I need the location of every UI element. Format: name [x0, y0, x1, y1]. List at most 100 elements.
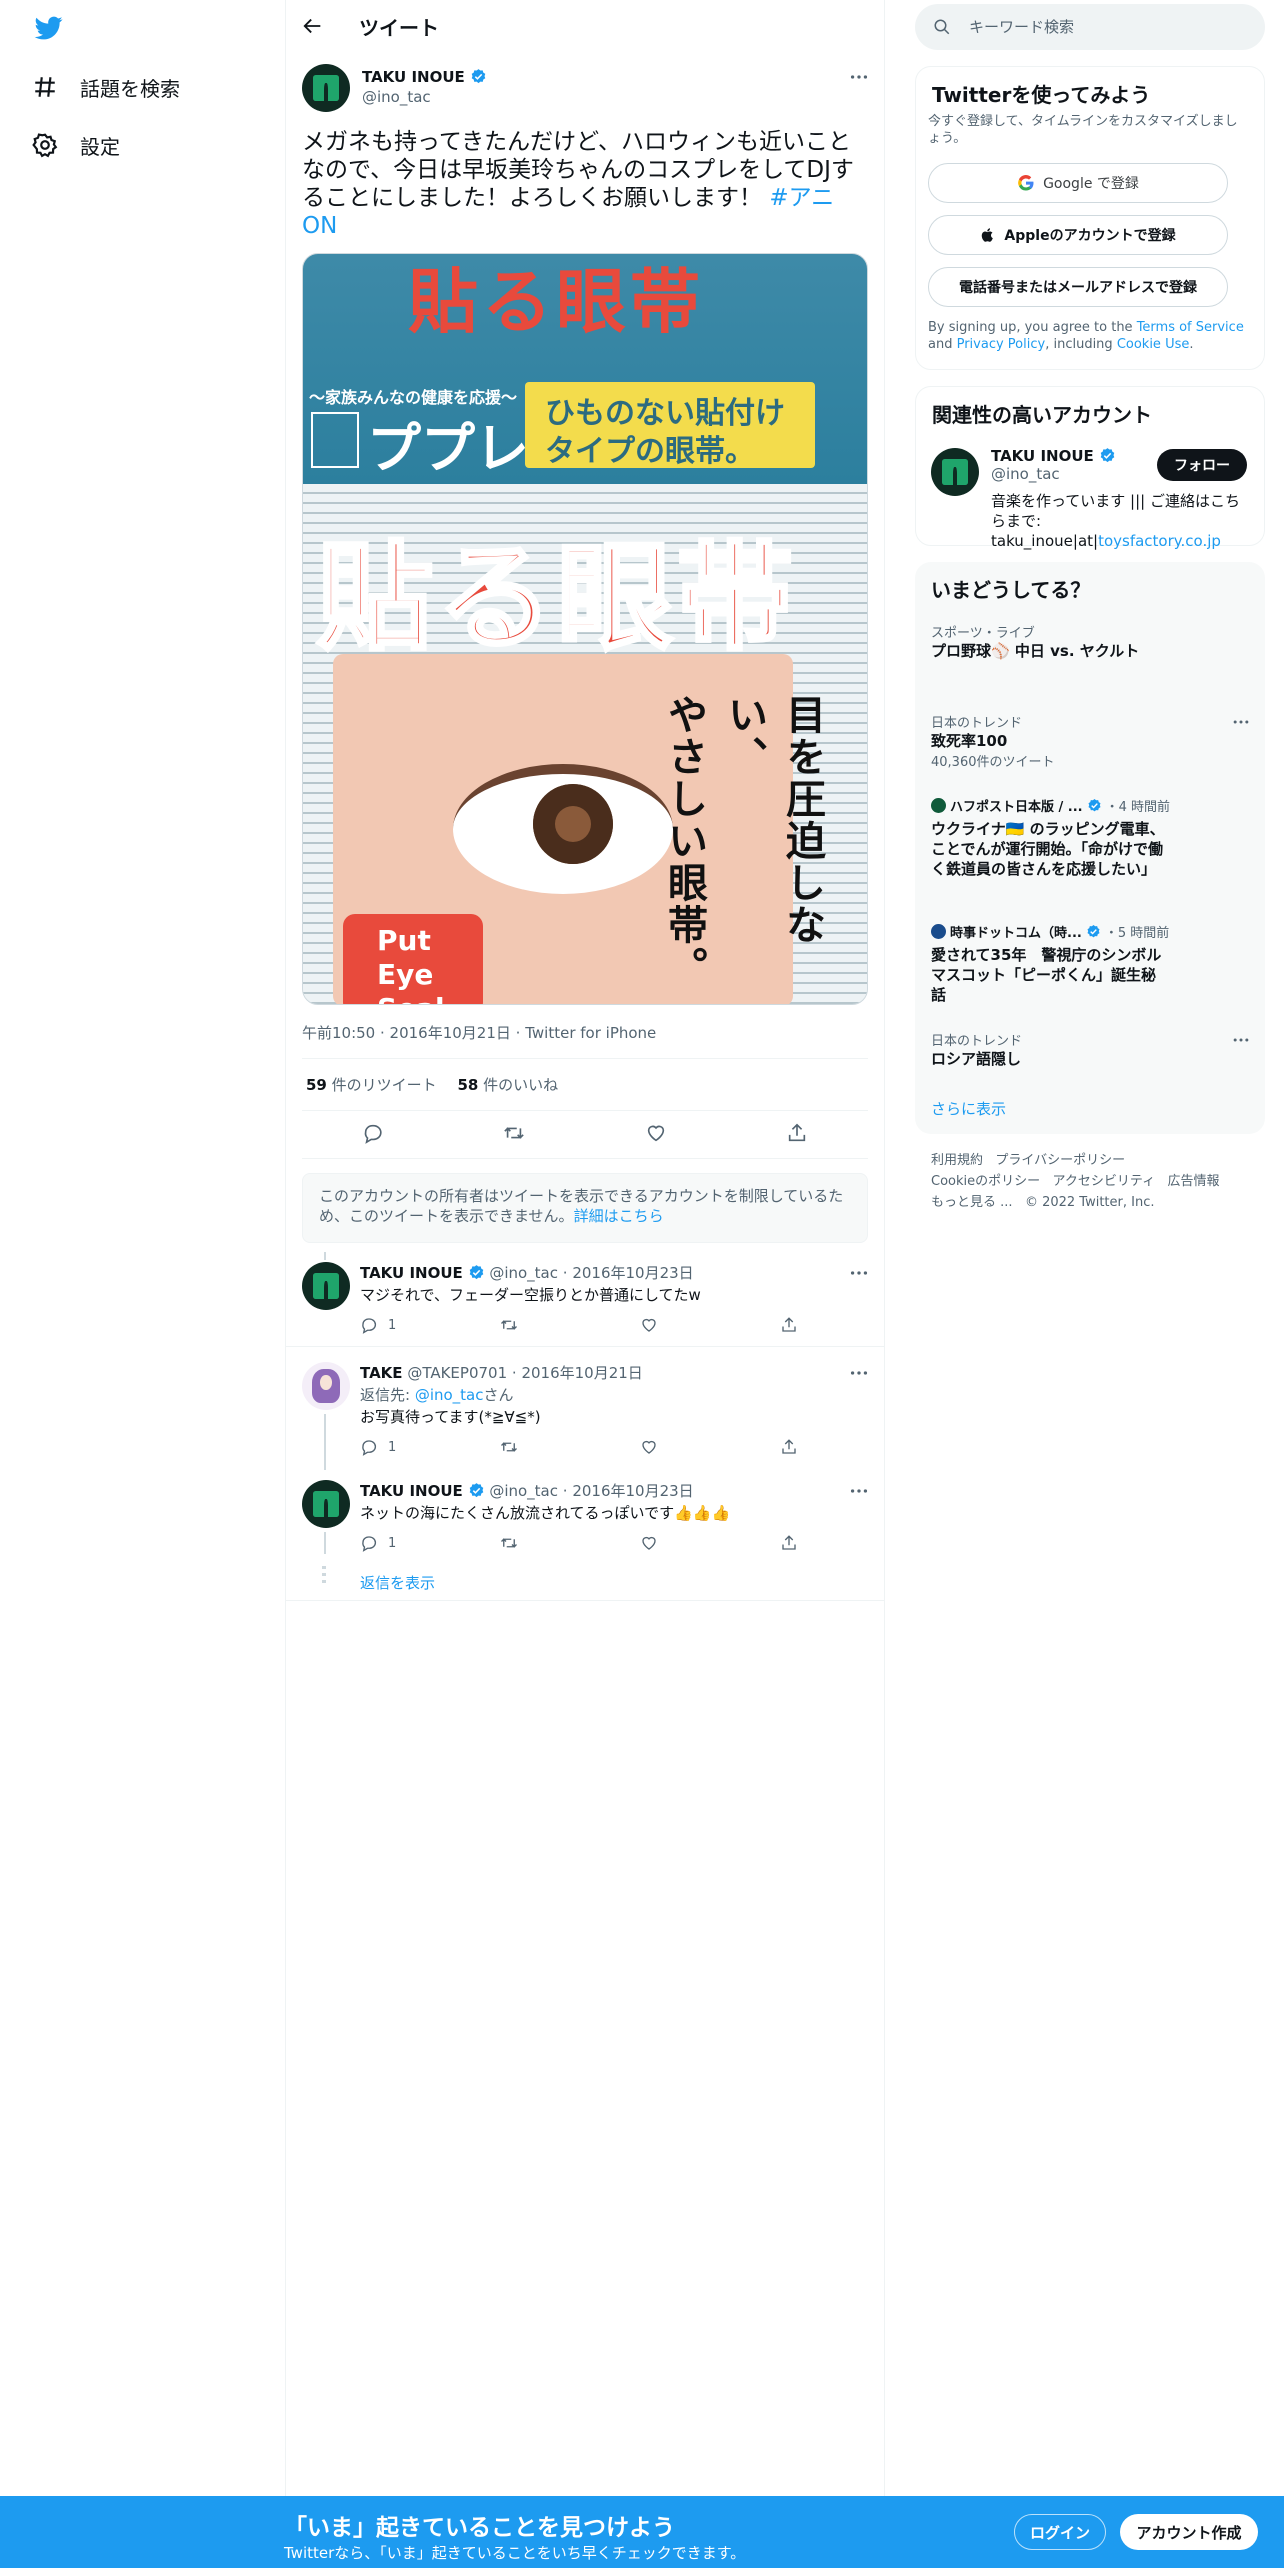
nav-explore[interactable]: 話題を検索 — [32, 62, 180, 112]
share-button[interactable] — [780, 1316, 800, 1334]
retweet-button[interactable] — [500, 1534, 580, 1552]
footer-cookie[interactable]: Cookieのポリシー — [931, 1174, 1040, 1189]
footer-terms[interactable]: 利用規約 — [931, 1153, 983, 1168]
more-options-icon[interactable] — [848, 1262, 870, 1284]
avatar[interactable] — [931, 448, 979, 496]
reply-icon[interactable] — [362, 1122, 384, 1144]
trend-item[interactable]: 日本のトレンド ロシア語隠し — [931, 1030, 1251, 1069]
apple-signup-button[interactable]: Appleのアカウントで登録 — [928, 215, 1228, 255]
tweet-author[interactable]: TAKU INOUE @ino_tac — [362, 67, 487, 106]
retweet-count-link[interactable]: 59 件のリツイート — [306, 1076, 437, 1094]
apple-icon — [982, 228, 994, 242]
footer-more[interactable]: もっと見る ... — [931, 1195, 1013, 1210]
trend-news-item[interactable]: 時事ドットコム（時... ・5 時間前 愛されて35年 警視庁のシンボルマスコッ… — [931, 922, 1251, 1005]
tweet-source: Twitter for iPhone — [525, 1024, 657, 1042]
search-input[interactable] — [969, 16, 1239, 38]
like-button[interactable] — [640, 1316, 720, 1334]
notice-learn-more-link[interactable]: 詳細はこちら — [574, 1207, 664, 1225]
bottom-headline: 「いま」起きていることを見つけよう — [284, 2515, 675, 2541]
more-options-icon[interactable] — [848, 1480, 870, 1502]
footer-accessibility[interactable]: アクセシビリティ — [1053, 1174, 1156, 1189]
reply-date[interactable]: 2016年10月23日 — [572, 1264, 693, 1282]
tweet-time[interactable]: 午前10:50 — [302, 1024, 375, 1042]
tweet-photo[interactable]: 貼る眼帯 〜家族みんなの健康を応援〜 ププレ ひものない貼付け タイプの眼帯。 … — [302, 253, 868, 1005]
reply-author-name[interactable]: TAKU INOUE — [360, 1482, 463, 1500]
trend-count: 40,360件のツイート — [931, 755, 1055, 770]
signup-card: Twitterを使ってみよう 今すぐ登録して、タイムラインをカスタマイズしましょ… — [915, 66, 1265, 370]
reply-actions: 1 — [360, 1438, 800, 1456]
retweet-count: 59 — [306, 1076, 327, 1094]
reply-author-name[interactable]: TAKU INOUE — [360, 1264, 463, 1282]
trend-title: ウクライナ🇺🇦 のラッピング電車、ことでんが運行開始。「命がけで働く鉄道員の皆さ… — [931, 820, 1165, 878]
reply-button[interactable]: 1 — [360, 1534, 440, 1552]
main-column: ツイート TAKU INOUE @ino_tac メガネも持ってきたんだけど、ハ… — [285, 0, 885, 2568]
reply-button[interactable]: 1 — [360, 1316, 440, 1334]
terms-link[interactable]: Terms of Service — [1137, 320, 1244, 335]
share-button[interactable] — [780, 1438, 800, 1456]
trend-news-item[interactable]: ハフポスト日本版 / ... ・4 時間前 ウクライナ🇺🇦 のラッピング電車、こ… — [931, 796, 1251, 879]
google-signup-button[interactable]: Google で登録 — [928, 163, 1228, 203]
related-bio-link[interactable]: toysfactory.co.jp — [1098, 532, 1221, 550]
divider — [302, 1058, 868, 1059]
reply-text: お写真待ってます(*≧∀≦*) — [360, 1408, 541, 1426]
retweet-icon — [501, 1538, 517, 1548]
avatar[interactable] — [302, 1480, 350, 1528]
show-replies-link[interactable]: 返信を表示 — [360, 1572, 435, 1593]
legal-period: . — [1189, 337, 1194, 352]
photo-brand-text: ププレ — [367, 417, 529, 480]
footer-ads[interactable]: 広告情報 — [1168, 1174, 1220, 1189]
search-box[interactable] — [915, 4, 1265, 50]
retweet-button[interactable] — [500, 1316, 580, 1334]
replying-to-link[interactable]: @ino_tac — [415, 1386, 484, 1404]
share-button[interactable] — [780, 1534, 800, 1552]
reply-date[interactable]: 2016年10月21日 — [521, 1364, 642, 1382]
trend-source: ハフポスト日本版 / ... ・4 時間前 — [931, 796, 1251, 815]
reply-author-name[interactable]: TAKE — [360, 1364, 403, 1382]
reply-handle: @TAKEP0701 — [407, 1364, 508, 1382]
tweet-date[interactable]: 2016年10月21日 — [390, 1024, 511, 1042]
like-icon[interactable] — [645, 1122, 667, 1144]
like-count-link[interactable]: 58 件のいいね — [457, 1076, 558, 1094]
avatar[interactable] — [302, 1262, 350, 1310]
trend-source: 時事ドットコム（時... ・5 時間前 — [931, 922, 1251, 941]
twitter-bird-icon[interactable] — [32, 14, 66, 42]
back-arrow-icon[interactable] — [302, 15, 324, 37]
nav-settings[interactable]: 設定 — [32, 120, 120, 170]
show-more-trends-link[interactable]: さらに表示 — [931, 1098, 1006, 1119]
photo-vert-text1: 目を圧迫しない、 — [721, 694, 825, 946]
like-icon — [642, 1536, 656, 1550]
retweet-icon[interactable] — [503, 1122, 525, 1144]
more-options-icon[interactable] — [848, 66, 870, 88]
privacy-link[interactable]: Privacy Policy — [957, 337, 1046, 352]
avatar[interactable] — [302, 64, 350, 112]
photo-top-text: 貼る眼帯 — [408, 261, 704, 343]
create-account-button[interactable]: アカウント作成 — [1120, 2514, 1258, 2550]
trend-item[interactable]: スポーツ・ライブ プロ野球⚾ 中日 vs. ヤクルト — [931, 622, 1251, 661]
verified-badge-icon — [469, 1483, 483, 1498]
reply-date[interactable]: 2016年10月23日 — [572, 1482, 693, 1500]
reply-icon — [362, 1318, 377, 1334]
reply-button[interactable]: 1 — [360, 1438, 440, 1456]
related-account[interactable]: TAKU INOUE @ino_tac — [991, 447, 1116, 483]
reply-tweet[interactable]: TAKU INOUE @ino_tac · 2016年10月23日 マジそれで、… — [286, 1252, 884, 1346]
more-options-icon[interactable] — [1231, 1030, 1251, 1050]
like-button[interactable] — [640, 1534, 720, 1552]
related-handle: @ino_tac — [991, 465, 1060, 483]
related-name: TAKU INOUE — [991, 447, 1094, 465]
reply-tweet[interactable]: TAKE @TAKEP0701 · 2016年10月21日 返信先: @ino_… — [286, 1356, 884, 1470]
news-source-avatar — [931, 924, 946, 939]
more-options-icon[interactable] — [1231, 712, 1251, 732]
footer-privacy[interactable]: プライバシーポリシー — [995, 1153, 1125, 1168]
trend-item[interactable]: 日本のトレンド 致死率100 40,360件のツイート — [931, 712, 1251, 770]
tweet-text: メガネも持ってきたんだけど、ハロウィンも近いことなので、今日は早坂美玲ちゃんのコ… — [302, 128, 862, 240]
login-button[interactable]: ログイン — [1014, 2514, 1106, 2550]
cookie-link[interactable]: Cookie Use — [1117, 337, 1190, 352]
avatar[interactable] — [302, 1362, 350, 1410]
more-options-icon[interactable] — [848, 1362, 870, 1384]
phone-email-signup-button[interactable]: 電話番号またはメールアドレスで登録 — [928, 267, 1228, 307]
share-icon[interactable] — [786, 1122, 808, 1144]
thread-line — [324, 1252, 326, 1260]
like-button[interactable] — [640, 1438, 720, 1456]
retweet-button[interactable] — [500, 1438, 580, 1456]
follow-button[interactable]: フォロー — [1157, 449, 1247, 481]
